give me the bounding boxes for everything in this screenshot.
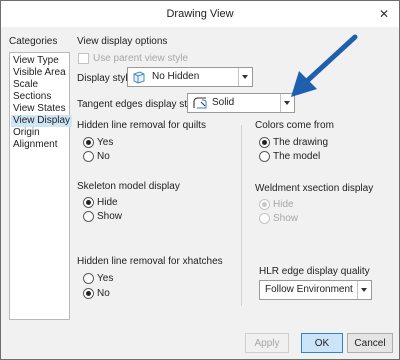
display-style-dropdown[interactable]: No Hidden	[127, 67, 253, 87]
category-item-view-type[interactable]: View Type	[13, 55, 59, 67]
category-item-visible-area[interactable]: Visible Area	[13, 67, 66, 79]
chevron-down-icon	[357, 281, 371, 299]
cancel-button[interactable]: Cancel	[347, 333, 393, 353]
category-item-alignment[interactable]: Alignment	[13, 139, 57, 151]
weldment-label: Weldment xsection display	[255, 183, 374, 194]
quilts-yes-label: Yes	[97, 137, 114, 148]
categories-list: View Type Visible Area Scale Sections Vi…	[9, 52, 73, 320]
hlr-quality-value: Follow Environment	[265, 284, 353, 295]
skeleton-hide-label: Hide	[97, 197, 118, 208]
xhatches-label: Hidden line removal for xhatches	[77, 256, 223, 267]
display-style-value: No Hidden	[152, 71, 200, 82]
drawing-view-dialog: Drawing View ✕ Categories View Type Visi…	[0, 0, 400, 360]
colors-come-from-label: Colors come from	[255, 120, 334, 131]
category-item-sections[interactable]: Sections	[13, 91, 51, 103]
skeleton-label: Skeleton model display	[77, 181, 180, 192]
no-hidden-icon	[133, 71, 145, 84]
apply-button[interactable]: Apply	[245, 333, 289, 353]
hlr-quality-dropdown[interactable]: Follow Environment	[259, 280, 372, 300]
quilts-no-label: No	[97, 151, 110, 162]
weldment-show-label: Show	[273, 213, 299, 224]
xhatches-yes-radio[interactable]	[83, 273, 94, 284]
ok-button[interactable]: OK	[301, 333, 343, 353]
category-item-origin[interactable]: Origin	[13, 127, 40, 139]
skeleton-show-radio[interactable]	[83, 211, 94, 222]
column-divider	[241, 125, 242, 306]
weldment-hide-radio[interactable]	[259, 199, 270, 210]
tangent-edges-label: Tangent edges display style	[77, 99, 200, 110]
weldment-show-radio[interactable]	[259, 213, 270, 224]
xhatches-yes-label: Yes	[97, 273, 114, 284]
colors-drawing-label: The drawing	[273, 137, 329, 148]
tangent-edges-value: Solid	[212, 97, 235, 108]
weldment-hide-label: Hide	[273, 199, 294, 210]
categories-heading: Categories	[9, 36, 58, 47]
use-parent-checkbox[interactable]	[78, 53, 89, 64]
quilts-no-radio[interactable]	[83, 151, 94, 162]
quilts-yes-radio[interactable]	[83, 137, 94, 148]
category-item-scale[interactable]: Scale	[13, 79, 38, 91]
tangent-edges-dropdown[interactable]: Solid	[187, 93, 295, 113]
dialog-title: Drawing View	[166, 8, 234, 20]
colors-model-label: The model	[273, 151, 321, 162]
callout-arrow-icon	[291, 34, 358, 97]
xhatches-no-radio[interactable]	[83, 288, 94, 299]
colors-drawing-radio[interactable]	[259, 137, 270, 148]
hlr-quality-label: HLR edge display quality	[259, 266, 370, 277]
colors-model-radio[interactable]	[259, 151, 270, 162]
category-item-view-states[interactable]: View States	[13, 103, 66, 115]
xhatches-no-label: No	[97, 288, 110, 299]
display-style-label: Display style	[77, 73, 134, 84]
skeleton-show-label: Show	[97, 211, 123, 222]
use-parent-label: Use parent view style	[93, 53, 189, 64]
tangent-edge-icon	[193, 97, 207, 109]
skeleton-hide-radio[interactable]	[83, 197, 94, 208]
chevron-down-icon	[238, 68, 252, 86]
view-display-heading: View display options	[77, 36, 168, 47]
title-bar: Drawing View ✕	[1, 1, 399, 27]
quilts-label: Hidden line removal for quilts	[77, 120, 206, 131]
category-item-view-display[interactable]: View Display	[11, 115, 73, 127]
close-icon[interactable]: ✕	[375, 5, 393, 23]
